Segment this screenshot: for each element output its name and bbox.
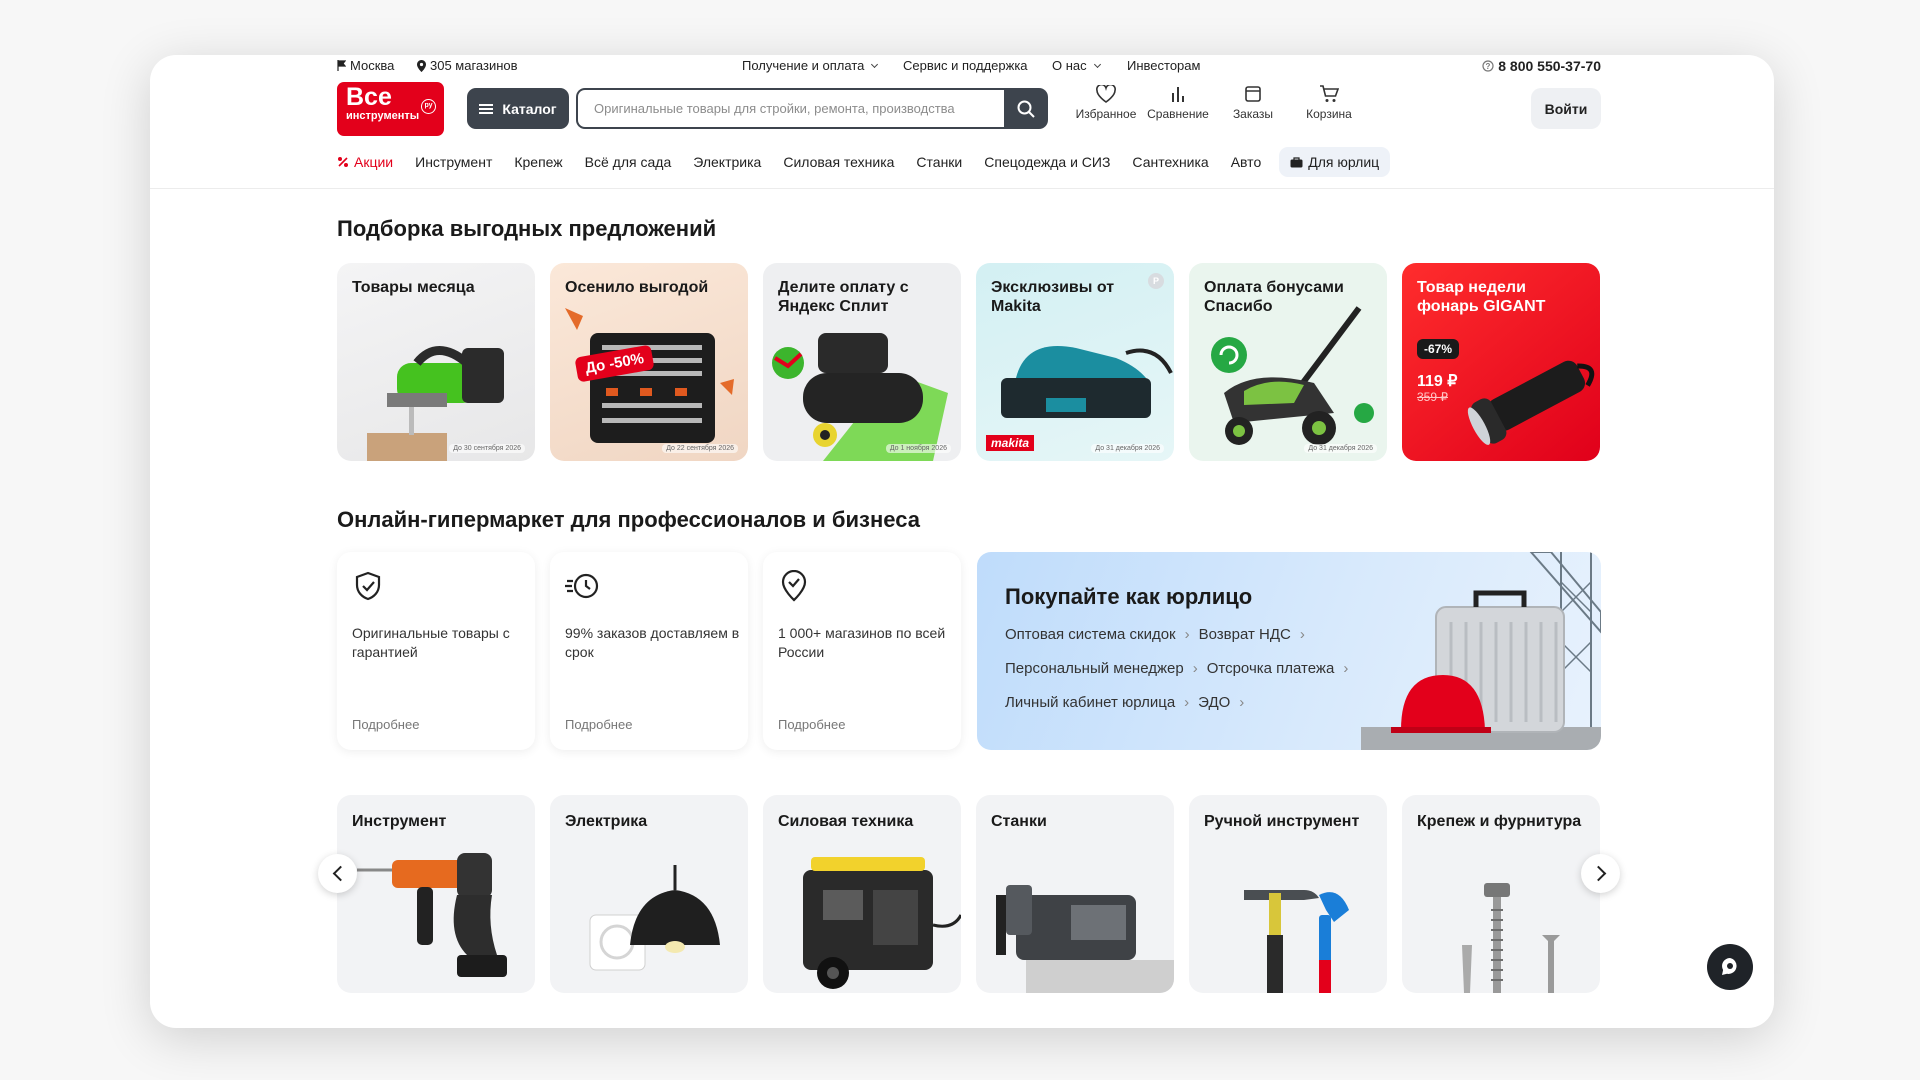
screws-icon bbox=[1462, 883, 1560, 993]
category-card[interactable]: Ручной инструмент bbox=[1189, 795, 1387, 993]
category-card[interactable]: Электрика bbox=[550, 795, 748, 993]
category-card[interactable]: Инструмент bbox=[337, 795, 535, 993]
category-card[interactable]: Силовая техника bbox=[763, 795, 961, 993]
hammer-drill-icon bbox=[357, 853, 507, 977]
pendant-lamp-icon bbox=[589, 865, 720, 971]
carousel-next-button[interactable] bbox=[1581, 854, 1620, 893]
hammer-wrench-icon bbox=[1244, 890, 1349, 993]
categories-section: Инструмент Электрика Силовая техника Ста… bbox=[337, 55, 1601, 993]
generator-icon bbox=[803, 857, 961, 989]
category-card[interactable]: Крепеж и фурнитура bbox=[1402, 795, 1600, 993]
bench-vise-icon bbox=[996, 885, 1174, 993]
chat-button[interactable] bbox=[1707, 944, 1753, 990]
category-card[interactable]: Станки bbox=[976, 795, 1174, 993]
carousel-prev-button[interactable] bbox=[318, 854, 357, 893]
browser-page: Москва 305 магазинов Получение и оплата … bbox=[150, 55, 1774, 1028]
chat-icon bbox=[1722, 958, 1737, 975]
